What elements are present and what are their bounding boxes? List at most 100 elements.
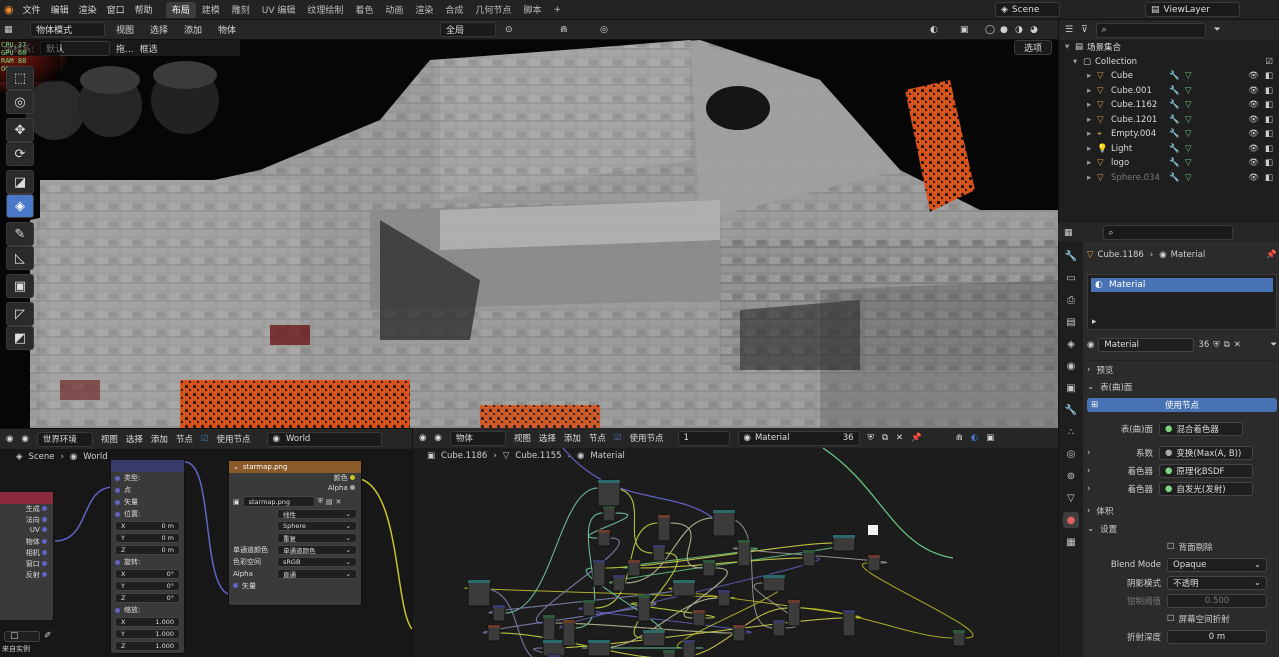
- menu-render[interactable]: 渲染: [74, 3, 102, 16]
- scene-tab-icon[interactable]: ◈: [1063, 336, 1079, 352]
- socket-icon[interactable]: [42, 506, 47, 511]
- material-users-count[interactable]: 36: [1198, 340, 1209, 350]
- render-camera-icon[interactable]: ◧: [1265, 158, 1273, 168]
- expand-icon[interactable]: ▸: [1087, 86, 1097, 96]
- particles-tab-icon[interactable]: ∴: [1063, 424, 1079, 440]
- menu-select[interactable]: 选择: [145, 23, 173, 36]
- expand-icon[interactable]: ›: [1087, 466, 1101, 476]
- socket-icon[interactable]: [350, 485, 355, 490]
- mapping-value-field[interactable]: Y 0°: [115, 581, 180, 591]
- select-box-tool[interactable]: ⬚: [6, 66, 34, 90]
- unlink-icon[interactable]: ✕: [1234, 340, 1241, 350]
- tab-rendering[interactable]: 渲染: [409, 2, 439, 18]
- unlink-icon[interactable]: ✕: [336, 498, 342, 506]
- mapping-value-field[interactable]: Z 0°: [115, 593, 180, 603]
- tab-texture-paint[interactable]: 纹理绘制: [301, 2, 349, 18]
- checkbox-icon[interactable]: ☐: [1167, 542, 1175, 552]
- outliner-filter-icon[interactable]: ⏷: [1214, 25, 1221, 35]
- checkbox-icon[interactable]: ☑: [1265, 57, 1273, 67]
- pivot-selector[interactable]: 拖...: [116, 42, 134, 55]
- shader-node[interactable]: [562, 619, 576, 647]
- image-texture-node[interactable]: ⌄ starmap.png 颜色 Alpha ▣ starmap.png ⛨ ▤ ✕ …: [228, 460, 362, 606]
- texcoord-node[interactable]: 生成 法向 UV 物体 相机 窗口 反射: [0, 491, 54, 621]
- world-node-editor[interactable]: ◉ ◉ 世界环境 视图 选择 添加 节点 ☑ 使用节点 ◉ World ◈ Scen…: [0, 428, 412, 657]
- texture-tab-icon[interactable]: ▦: [1063, 534, 1079, 550]
- render-camera-icon[interactable]: ◧: [1265, 115, 1273, 125]
- expand-icon[interactable]: ▸: [1087, 115, 1097, 125]
- texcoord-from-instancer[interactable]: 来自实例: [2, 644, 30, 654]
- physics-tab-icon[interactable]: ◎: [1063, 446, 1079, 462]
- eyedropper-icon[interactable]: ✐: [44, 631, 52, 641]
- surface-shader-field[interactable]: ● 混合着色器: [1159, 422, 1243, 436]
- expand-icon[interactable]: ▸: [1087, 158, 1097, 168]
- move-tool[interactable]: ✥: [6, 118, 34, 142]
- shader-node[interactable]: [712, 509, 736, 537]
- output-node-preview[interactable]: [868, 525, 878, 535]
- constraints-tab-icon[interactable]: ⊚: [1063, 468, 1079, 484]
- extrude-tool[interactable]: ◸: [6, 302, 34, 326]
- tab-shading[interactable]: 着色: [349, 2, 379, 18]
- outliner-item[interactable]: ▸ 💡 Light 🔧 ▽ 👁 ◧: [1059, 142, 1279, 157]
- tab-geometry-nodes[interactable]: 几何节点: [469, 2, 517, 18]
- socket-icon[interactable]: [42, 539, 47, 544]
- world-tab-icon[interactable]: ◉: [1063, 358, 1079, 374]
- tab-sculpting[interactable]: 雕刻: [226, 2, 256, 18]
- menu-edit[interactable]: 编辑: [46, 3, 74, 16]
- fake-user-icon[interactable]: ⛨: [1213, 340, 1219, 350]
- outliner-search-input[interactable]: ⌕: [1095, 22, 1206, 38]
- visibility-icon[interactable]: 👁: [1248, 86, 1259, 96]
- socket-icon[interactable]: [115, 475, 120, 481]
- expand-icon[interactable]: ›: [1087, 448, 1101, 458]
- settings-section[interactable]: ⌄ 设置: [1087, 520, 1277, 538]
- shader-node[interactable]: [467, 579, 491, 607]
- shading-material-icon[interactable]: ◑: [1015, 25, 1023, 35]
- render-camera-icon[interactable]: ◧: [1265, 129, 1273, 139]
- render-camera-icon[interactable]: ◧: [1265, 100, 1273, 110]
- tab-modeling[interactable]: 建模: [196, 2, 226, 18]
- image-setting-select[interactable]: Sphere ⌄: [277, 521, 357, 531]
- mapping-value-field[interactable]: Z 1.000: [115, 641, 180, 651]
- render-camera-icon[interactable]: ◧: [1265, 71, 1273, 81]
- mapping-value-field[interactable]: Y 1.000: [115, 629, 180, 639]
- shader-node-editor[interactable]: ◉ ◉ 物体 视图 选择 添加 节点 ☑ 使用节点 1 ◉ Material 36 …: [412, 428, 1058, 657]
- menu-object[interactable]: 物体: [213, 23, 241, 36]
- socket-icon[interactable]: [115, 499, 120, 505]
- pin-icon[interactable]: 📌: [1266, 250, 1277, 260]
- socket-icon[interactable]: [233, 583, 238, 588]
- shader-node[interactable]: [542, 614, 556, 642]
- material-browse-icon[interactable]: ◉: [1087, 340, 1094, 350]
- shader-node[interactable]: [637, 594, 651, 622]
- add-cube-tool[interactable]: ▣: [6, 274, 34, 298]
- image-setting-select[interactable]: sRGB ⌄: [277, 557, 357, 567]
- add-workspace-button[interactable]: +: [547, 2, 567, 18]
- visibility-icon[interactable]: 👁: [1248, 115, 1259, 125]
- mapping-value-field[interactable]: Y 0 m: [115, 533, 180, 543]
- shadow-mode-select[interactable]: 不透明 ⌄: [1167, 576, 1267, 590]
- render-camera-icon[interactable]: ◧: [1265, 144, 1273, 154]
- socket-icon[interactable]: [42, 572, 47, 577]
- tab-layout[interactable]: 布局: [165, 1, 196, 18]
- socket-icon[interactable]: [115, 487, 120, 493]
- outliner-item[interactable]: ▸ ▽ logo 🔧 ▽ 👁 ◧: [1059, 156, 1279, 171]
- select-mode-selector[interactable]: 框选: [140, 42, 158, 55]
- annotate-tool[interactable]: ✎: [6, 222, 34, 246]
- shader-node[interactable]: [592, 559, 606, 587]
- xray-icon[interactable]: ▣: [960, 25, 969, 35]
- socket-icon[interactable]: [350, 475, 355, 480]
- backface-row[interactable]: ☐ 背面剔除: [1087, 538, 1277, 556]
- expand-icon[interactable]: ▸: [1087, 144, 1097, 154]
- view-layer-tab-icon[interactable]: ▤: [1063, 314, 1079, 330]
- duplicate-icon[interactable]: ⧉: [1224, 340, 1230, 350]
- shading-solid-icon[interactable]: ●: [1000, 25, 1008, 35]
- rotate-tool[interactable]: ⟳: [6, 142, 34, 166]
- socket-icon[interactable]: [115, 559, 120, 565]
- transform-orientation-selector[interactable]: 全局: [440, 22, 496, 37]
- editor-type-icon[interactable]: ▦: [4, 25, 24, 35]
- mapping-value-field[interactable]: X 0 m: [115, 521, 180, 531]
- socket-icon[interactable]: [42, 517, 47, 522]
- tab-uv-editing[interactable]: UV 编辑: [256, 2, 302, 18]
- menu-help[interactable]: 帮助: [130, 3, 158, 16]
- refraction-depth-field[interactable]: 0 m: [1167, 630, 1267, 644]
- tab-animation[interactable]: 动画: [379, 2, 409, 18]
- 3d-viewport[interactable]: 坐标系: 默认 拖... 框选 CPU 37 GPU 60 RAM 88 OGL…: [0, 40, 1058, 428]
